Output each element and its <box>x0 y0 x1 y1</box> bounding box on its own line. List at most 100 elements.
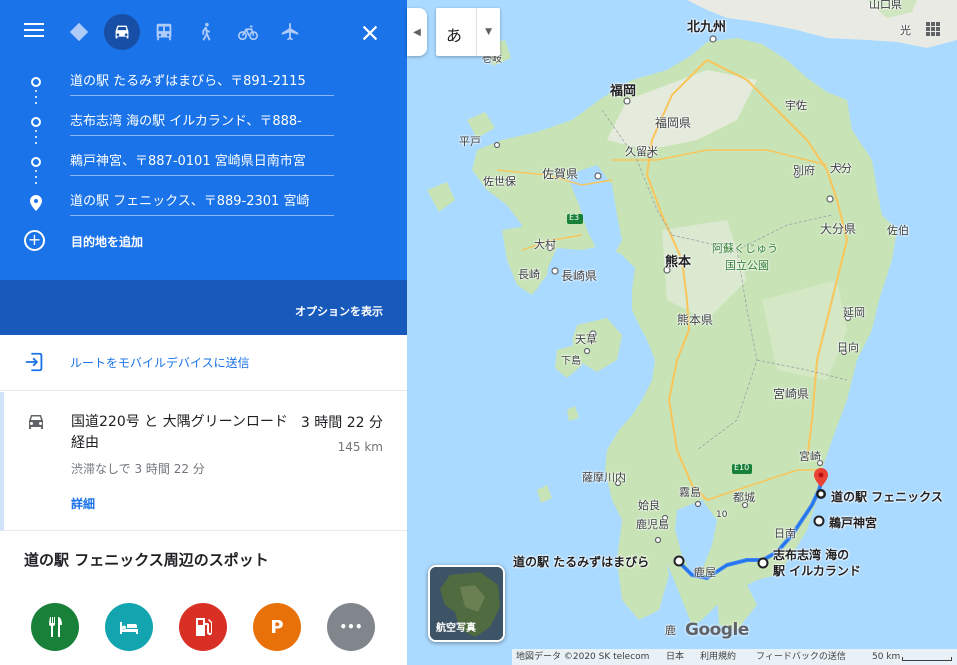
waypoint-row-2: 志布志湾 海の駅 イルカランド、〒888- <box>0 104 407 144</box>
map-label-kumamoto-city: 熊本 <box>665 255 692 270</box>
transit-icon[interactable] <box>146 14 182 50</box>
waypoint-row-4: 道の駅 フェニックス、〒889-2301 宮崎 <box>0 184 407 224</box>
bicycle-icon[interactable] <box>230 14 266 50</box>
restaurant-icon <box>49 617 62 637</box>
best-route-icon[interactable] <box>61 14 97 50</box>
map-label-nichinan: 日南 <box>774 527 796 540</box>
parking-icon: P <box>270 616 284 638</box>
chevron-down-icon[interactable]: ▼ <box>485 27 492 37</box>
options-bar: オプションを表示 <box>0 280 407 335</box>
map-label-oita-city: 大分 <box>830 162 852 175</box>
route-distance: 145 km <box>337 440 383 454</box>
input-method-button[interactable]: あ ▼ <box>436 8 500 56</box>
add-destination-label: 目的地を追加 <box>71 235 144 249</box>
feedback-link[interactable]: フィードバックの送信 <box>756 649 846 665</box>
map-label-oita-pref: 大分県 <box>820 222 857 236</box>
car-icon[interactable] <box>104 14 140 50</box>
map-label-kumamoto-pref: 熊本県 <box>677 313 714 327</box>
travel-mode-row <box>0 12 407 52</box>
map-label-yamaguchi: 山口県 <box>869 0 902 11</box>
send-to-mobile-link[interactable]: ルートをモバイルデバイスに送信 <box>70 354 250 371</box>
gas-station-button[interactable] <box>179 603 227 651</box>
waypoint-circle-icon <box>31 117 41 127</box>
map-label-aso: 阿蘇くじゅう <box>712 242 778 255</box>
map-label-shibushi-1[interactable]: 志布志湾 海の <box>773 546 849 563</box>
map-label-saiki: 佐伯 <box>887 224 909 237</box>
map-label-kanoya: 鹿屋 <box>694 566 716 579</box>
map-label-aira: 姶良 <box>638 499 660 512</box>
route-option-card[interactable]: 国道220号 と 大隅グリーンロード 経由 3 時間 22 分 145 km 渋… <box>0 392 407 531</box>
map-label-e3: E3 <box>569 213 580 222</box>
ime-label: あ <box>446 26 463 45</box>
nearby-spots-title: 道の駅 フェニックス周辺のスポット <box>24 551 269 569</box>
route-traffic-note: 渋滞なしで 3 時間 22 分 <box>71 462 205 476</box>
map-label-hikari: 光 <box>900 24 911 37</box>
map-label-amakusa: 天草 <box>575 333 597 346</box>
waypoint-input-1[interactable]: 道の駅 たるみずはまびら、〒891-2115 <box>70 68 334 96</box>
route-details-link[interactable]: 詳細 <box>71 495 95 512</box>
origin-circle-icon <box>31 77 41 87</box>
map-label-miyazaki-pref: 宮崎県 <box>773 387 810 401</box>
add-destination-button[interactable]: + 目的地を追加 <box>24 230 324 252</box>
map-label-shibushi-2[interactable]: 駅 イルカランド <box>773 562 861 579</box>
close-icon[interactable] <box>359 22 381 44</box>
map-data-attribution: 地図データ ©2020 SK telecom <box>516 652 650 662</box>
menu-icon[interactable] <box>24 23 44 39</box>
send-to-mobile-row[interactable]: ルートをモバイルデバイスに送信 <box>0 335 407 391</box>
map-label-nobeoka: 延岡 <box>843 306 865 319</box>
waypoint-circle-icon <box>31 157 41 167</box>
route-duration: 3 時間 22 分 <box>300 415 383 431</box>
map-label-nagasaki-city: 長崎 <box>518 268 540 281</box>
more-button[interactable]: ••• <box>327 603 375 651</box>
waypoint-input-3[interactable]: 鵜戸神宮、〒887-0101 宮崎県日南市宮 <box>70 148 334 176</box>
map-label-hyuga: 日向 <box>837 341 859 354</box>
chevron-left-icon: ◀ <box>413 26 421 38</box>
map-label-phoenix[interactable]: 道の駅 フェニックス <box>831 488 943 505</box>
scale-label[interactable]: 50 km <box>872 649 900 665</box>
restaurant-button[interactable] <box>31 603 79 651</box>
collapse-panel-button[interactable]: ◀ <box>407 8 427 56</box>
map-footer: 地図データ ©2020 SK telecom 日本 利用規約 フィードバックの送… <box>512 649 957 665</box>
add-icon: + <box>24 230 45 251</box>
gas-station-icon <box>196 618 212 636</box>
map-label-udo-shrine[interactable]: 鵜戸神宮 <box>829 514 877 531</box>
parking-button[interactable]: P <box>253 603 301 651</box>
hotel-button[interactable] <box>105 603 153 651</box>
map-label-tarumizu[interactable]: 道の駅 たるみずはまびら <box>513 553 649 570</box>
directions-header: 道の駅 たるみずはまびら、〒891-2115 志布志湾 海の駅 イルカランド、〒… <box>0 0 407 280</box>
terms-link[interactable]: 利用規約 <box>700 649 736 665</box>
map-label-aso-park: 国立公園 <box>725 259 769 272</box>
hotel-icon <box>120 622 138 634</box>
divider <box>476 8 477 56</box>
satellite-label: 航空写真 <box>436 623 476 634</box>
waypoint-input-4[interactable]: 道の駅 フェニックス、〒889-2301 宮崎 <box>70 188 334 216</box>
send-to-device-icon <box>25 352 43 372</box>
map-label-fukuoka-city: 福岡 <box>610 84 637 99</box>
map-label-beppu: 別府 <box>793 164 815 177</box>
flight-icon[interactable] <box>272 14 308 50</box>
waypoint-row-3: 鵜戸神宮、〒887-0101 宮崎県日南市宮 <box>0 144 407 184</box>
map-label-saga: 佐賀県 <box>542 167 579 181</box>
waypoint-input-2[interactable]: 志布志湾 海の駅 イルカランド、〒888- <box>70 108 334 136</box>
map-label-kagoshima: 鹿児島 <box>636 518 669 531</box>
walk-icon[interactable] <box>188 14 224 50</box>
map-label-shimoshima: 下島 <box>561 356 581 367</box>
map-label-miyakonojo: 都城 <box>733 491 755 504</box>
map-label-hirado: 平戸 <box>459 135 481 148</box>
satellite-toggle[interactable]: 航空写真 <box>428 565 505 642</box>
map-label-satsumasendai: 薩摩川内 <box>582 471 626 484</box>
map-label-kurume: 久留米 <box>625 145 658 158</box>
route-via: 国道220号 と 大隅グリーンロード 経由 <box>71 414 288 451</box>
map-label-kirishima: 霧島 <box>679 486 701 499</box>
map-label-nagasaki-pref: 長崎県 <box>561 269 598 283</box>
scale-bar <box>902 657 952 661</box>
directions-panel: 道の駅 たるみずはまびら、〒891-2115 志布志湾 海の駅 イルカランド、〒… <box>0 0 407 665</box>
map-label-kago-small: 鹿 <box>665 624 676 637</box>
map-label-miyazaki-city: 宮崎 <box>799 450 821 463</box>
map-label-omura: 大村 <box>534 238 556 251</box>
apps-grid-icon[interactable] <box>926 22 940 36</box>
country-link[interactable]: 日本 <box>666 649 684 665</box>
waypoint-row-1: 道の駅 たるみずはまびら、〒891-2115 <box>0 64 407 104</box>
show-options-button[interactable]: オプションを表示 <box>295 303 383 319</box>
map-label-e10: E10 <box>734 463 750 472</box>
